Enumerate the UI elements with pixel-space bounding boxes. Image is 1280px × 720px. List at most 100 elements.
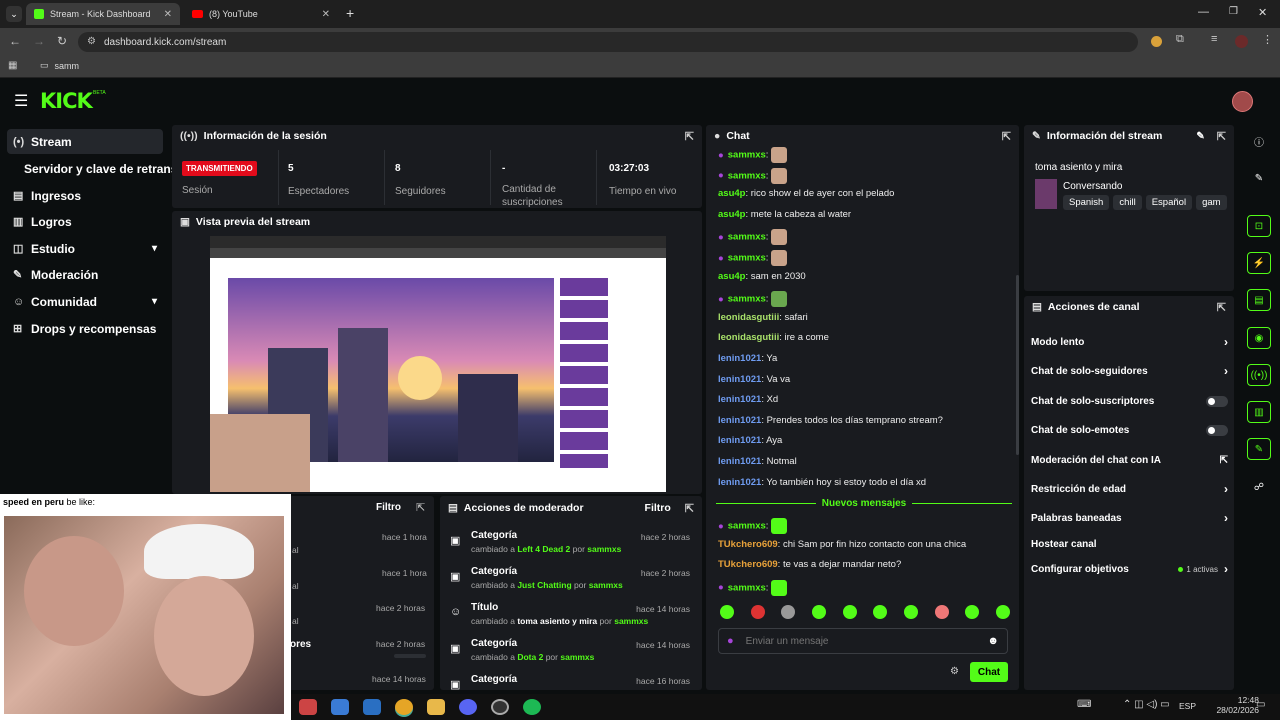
chat-username[interactable]: TUkchero609 (718, 559, 778, 570)
tag[interactable]: gam (1196, 195, 1227, 210)
info-icon[interactable]: ⓘ (1247, 130, 1271, 152)
action-banned-words[interactable]: Palabras baneadas › (1031, 510, 1228, 526)
obs-icon[interactable] (491, 699, 509, 715)
tag[interactable]: Spanish (1063, 195, 1110, 210)
sidebar-item-moderation[interactable]: ✎ Moderación (7, 262, 163, 287)
fullscreen-icon[interactable]: ⊡ (1247, 215, 1271, 237)
popout-icon[interactable]: ⇱ (685, 502, 694, 515)
edit-icon[interactable]: ✎ (1247, 167, 1271, 189)
window-close-icon[interactable]: ✕ (1258, 6, 1267, 19)
store-icon[interactable] (299, 699, 317, 715)
edge-icon[interactable] (331, 699, 349, 715)
emote-button[interactable] (934, 605, 949, 619)
popout-icon[interactable]: ⇱ (416, 501, 425, 514)
popout-icon[interactable]: ⇱ (1217, 130, 1226, 143)
emoji-icon[interactable]: ☻ (987, 635, 999, 647)
url-input[interactable]: ⚙ dashboard.kick.com/stream (78, 32, 1138, 52)
toggle-switch[interactable] (1206, 395, 1228, 407)
chat-username[interactable]: lenin1021 (718, 353, 761, 364)
chat-username[interactable]: sammxs (728, 232, 766, 243)
close-icon[interactable]: ✕ (322, 9, 330, 20)
emote-button[interactable] (842, 605, 857, 619)
lightning-icon[interactable]: ⚡ (1247, 252, 1271, 274)
chat-username[interactable]: lenin1021 (718, 456, 761, 467)
chat-username[interactable]: sammxs (728, 294, 766, 305)
chat-username[interactable]: lenin1021 (718, 477, 761, 488)
emote-button[interactable] (720, 605, 734, 619)
chat-username[interactable]: asu4p (718, 209, 745, 220)
tag[interactable]: chill (1113, 195, 1142, 210)
apps-grid-icon[interactable]: ▦ (8, 60, 17, 71)
system-tray-icons[interactable]: ⌃ ◫ ◁) ▭ (1123, 699, 1170, 710)
spotify-icon[interactable] (523, 699, 541, 715)
action-followers-only[interactable]: Chat de solo-seguidores › (1031, 363, 1228, 379)
language-indicator[interactable]: ESP (1179, 701, 1196, 711)
media-icon[interactable]: ≡ (1211, 33, 1217, 45)
chat-username[interactable]: sammxs (728, 253, 766, 264)
close-icon[interactable]: ✕ (164, 9, 172, 20)
tab-youtube[interactable]: (8) YouTube ✕ (184, 3, 338, 25)
minimize-icon[interactable]: — (1198, 6, 1209, 18)
user-avatar[interactable] (1232, 91, 1253, 112)
chat-message-field[interactable] (745, 635, 988, 647)
puzzle-icon[interactable]: ⧉ (1176, 33, 1184, 46)
back-icon[interactable]: ← (9, 34, 21, 48)
sidebar-item-drops[interactable]: ⊞ Drops y recompensas (7, 316, 163, 341)
wrench-icon[interactable]: ✎ (1247, 438, 1271, 460)
emote-button[interactable] (811, 605, 826, 619)
action-age-restriction[interactable]: Restricción de edad › (1031, 481, 1228, 497)
chat-settings-gear-icon[interactable]: ⚙ (950, 666, 959, 677)
forward-icon[interactable]: → (33, 34, 45, 48)
folder-icon[interactable] (427, 699, 445, 715)
chat-username[interactable]: lenin1021 (718, 415, 761, 426)
toggle-switch[interactable] (1206, 424, 1228, 436)
chrome-icon[interactable] (395, 699, 413, 715)
action-subscribers-only[interactable]: Chat de solo-suscriptores (1031, 393, 1228, 409)
maximize-icon[interactable]: ❐ (1229, 6, 1238, 17)
sidebar-item-server-key[interactable]: Servidor y clave de retransmisión (18, 156, 178, 181)
new-messages-divider[interactable]: Nuevos mensajes (716, 497, 1012, 509)
chat-username[interactable]: sammxs (728, 170, 766, 181)
filter-button[interactable]: Filtro (645, 502, 671, 514)
chat-username[interactable]: lenin1021 (718, 435, 761, 446)
extension-icon[interactable] (1151, 36, 1162, 47)
tab-search-icon[interactable]: ⌄ (6, 6, 22, 22)
discord-icon[interactable] (459, 699, 477, 715)
tab-kick[interactable]: Stream - Kick Dashboard ✕ (26, 3, 180, 25)
emote-button[interactable] (995, 605, 1010, 619)
send-chat-button[interactable]: Chat (970, 662, 1008, 682)
profile-avatar[interactable] (1235, 35, 1248, 48)
sidebar-item-studio[interactable]: ◫ Estudio ▾ (7, 236, 163, 261)
reload-icon[interactable]: ↻ (57, 34, 67, 48)
new-tab-icon[interactable]: + (346, 5, 354, 21)
emote-button[interactable] (873, 605, 888, 619)
chat-username[interactable]: sammxs (728, 150, 766, 161)
users-icon[interactable]: ☍ (1247, 476, 1271, 498)
action-ai-moderation[interactable]: Moderación del chat con IA ⇱ (1031, 452, 1228, 468)
chat-scrollbar[interactable] (1016, 275, 1019, 455)
action-emotes-only[interactable]: Chat de solo-emotes (1031, 422, 1228, 438)
sidebar-item-income[interactable]: ▤ Ingresos (7, 183, 163, 208)
emote-button[interactable] (965, 605, 980, 619)
action-host-channel[interactable]: Hostear canal (1031, 536, 1228, 552)
popout-icon[interactable]: ⇱ (1002, 130, 1011, 143)
chat-username[interactable]: lenin1021 (718, 394, 761, 405)
bookmark-folder[interactable]: ▭ samm (40, 60, 79, 71)
kick-logo[interactable]: KICK (40, 89, 93, 113)
filter-button[interactable]: Filtro (376, 502, 401, 513)
chat-username[interactable]: leonidasgutiii (718, 332, 779, 343)
notification-icon[interactable]: ▭ (1256, 699, 1265, 710)
chat-username[interactable]: asu4p (718, 188, 745, 199)
chat-username[interactable]: asu4p (718, 271, 745, 282)
chat-icon[interactable]: ◉ (1247, 327, 1271, 349)
popout-icon[interactable]: ⇱ (1217, 301, 1226, 314)
hamburger-menu-icon[interactable]: ☰ (14, 91, 28, 111)
sidebar-item-achievements[interactable]: ▥ Logros (7, 209, 163, 234)
site-info-icon[interactable]: ⚙ (87, 36, 96, 47)
pencil-icon[interactable]: ✎ (1196, 131, 1204, 142)
stream-preview-video[interactable] (210, 236, 666, 492)
chat-username[interactable]: sammxs (728, 521, 766, 532)
emote-button[interactable] (781, 605, 796, 619)
menu-kebab-icon[interactable]: ⋮ (1262, 33, 1273, 46)
chat-input[interactable]: ● ☻ (718, 628, 1008, 654)
